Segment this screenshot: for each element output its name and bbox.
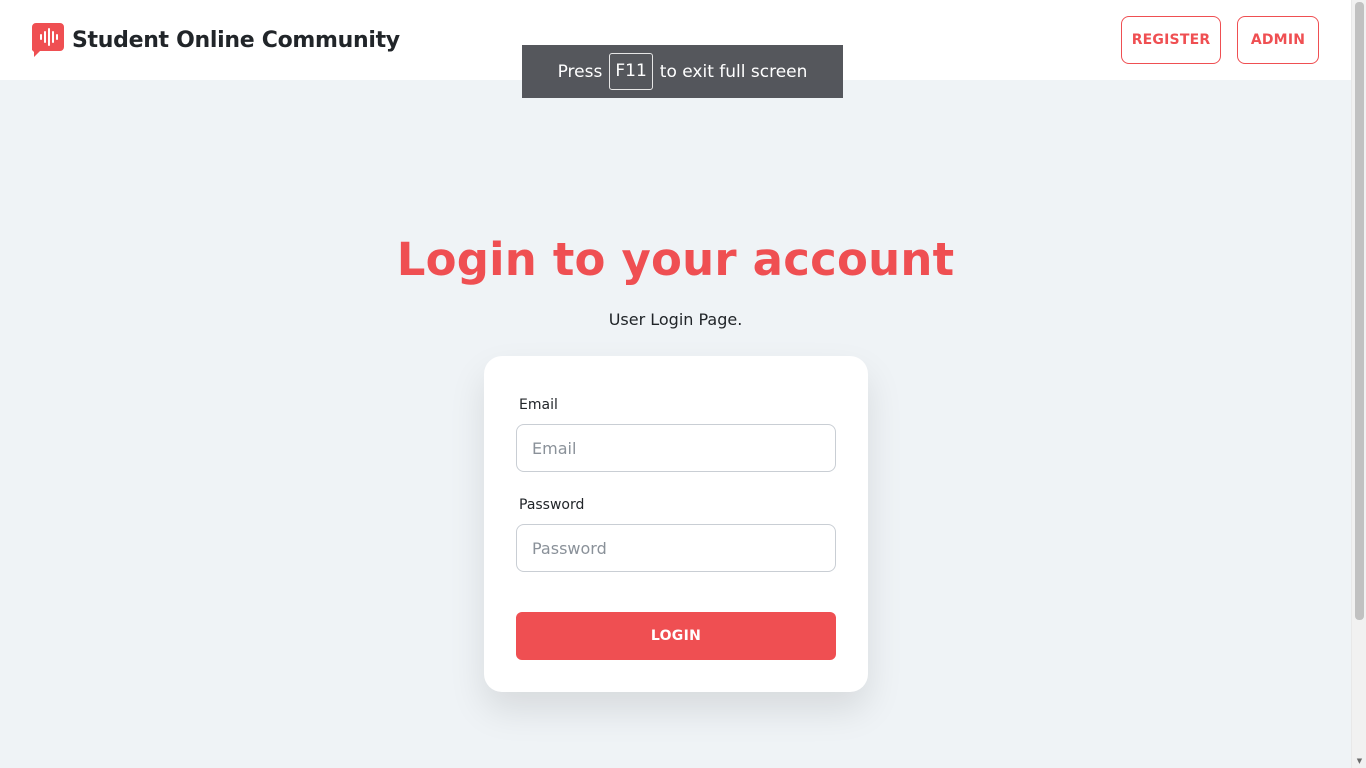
password-field[interactable] (516, 524, 836, 572)
page-subtitle: User Login Page. (608, 310, 743, 329)
login-button[interactable]: LOGIN (516, 612, 836, 660)
password-label: Password (519, 497, 585, 513)
f11-key-badge: F11 (609, 53, 653, 90)
email-field[interactable] (516, 424, 836, 472)
page-title: Login to your account (396, 233, 955, 286)
admin-button[interactable]: ADMIN (1237, 16, 1319, 64)
scrollbar-thumb[interactable] (1355, 2, 1364, 620)
toast-prefix-text: Press (557, 61, 603, 82)
fullscreen-exit-toast: Press F11 to exit full screen (522, 45, 843, 98)
login-form-card: Email Password LOGIN (484, 356, 868, 692)
email-label: Email (519, 397, 558, 413)
page-scrollbar[interactable]: ▲ ▼ (1351, 0, 1366, 768)
audio-wave-chat-icon (32, 23, 64, 57)
toast-suffix-text: to exit full screen (659, 61, 808, 82)
chevron-down-icon[interactable]: ▼ (1352, 754, 1366, 768)
login-page: Student Online Community REGISTER ADMIN … (0, 0, 1351, 768)
browser-viewport: Student Online Community REGISTER ADMIN … (0, 0, 1366, 768)
brand-link[interactable]: Student Online Community (32, 23, 400, 57)
register-button[interactable]: REGISTER (1121, 16, 1221, 64)
brand-name: Student Online Community (72, 27, 400, 53)
